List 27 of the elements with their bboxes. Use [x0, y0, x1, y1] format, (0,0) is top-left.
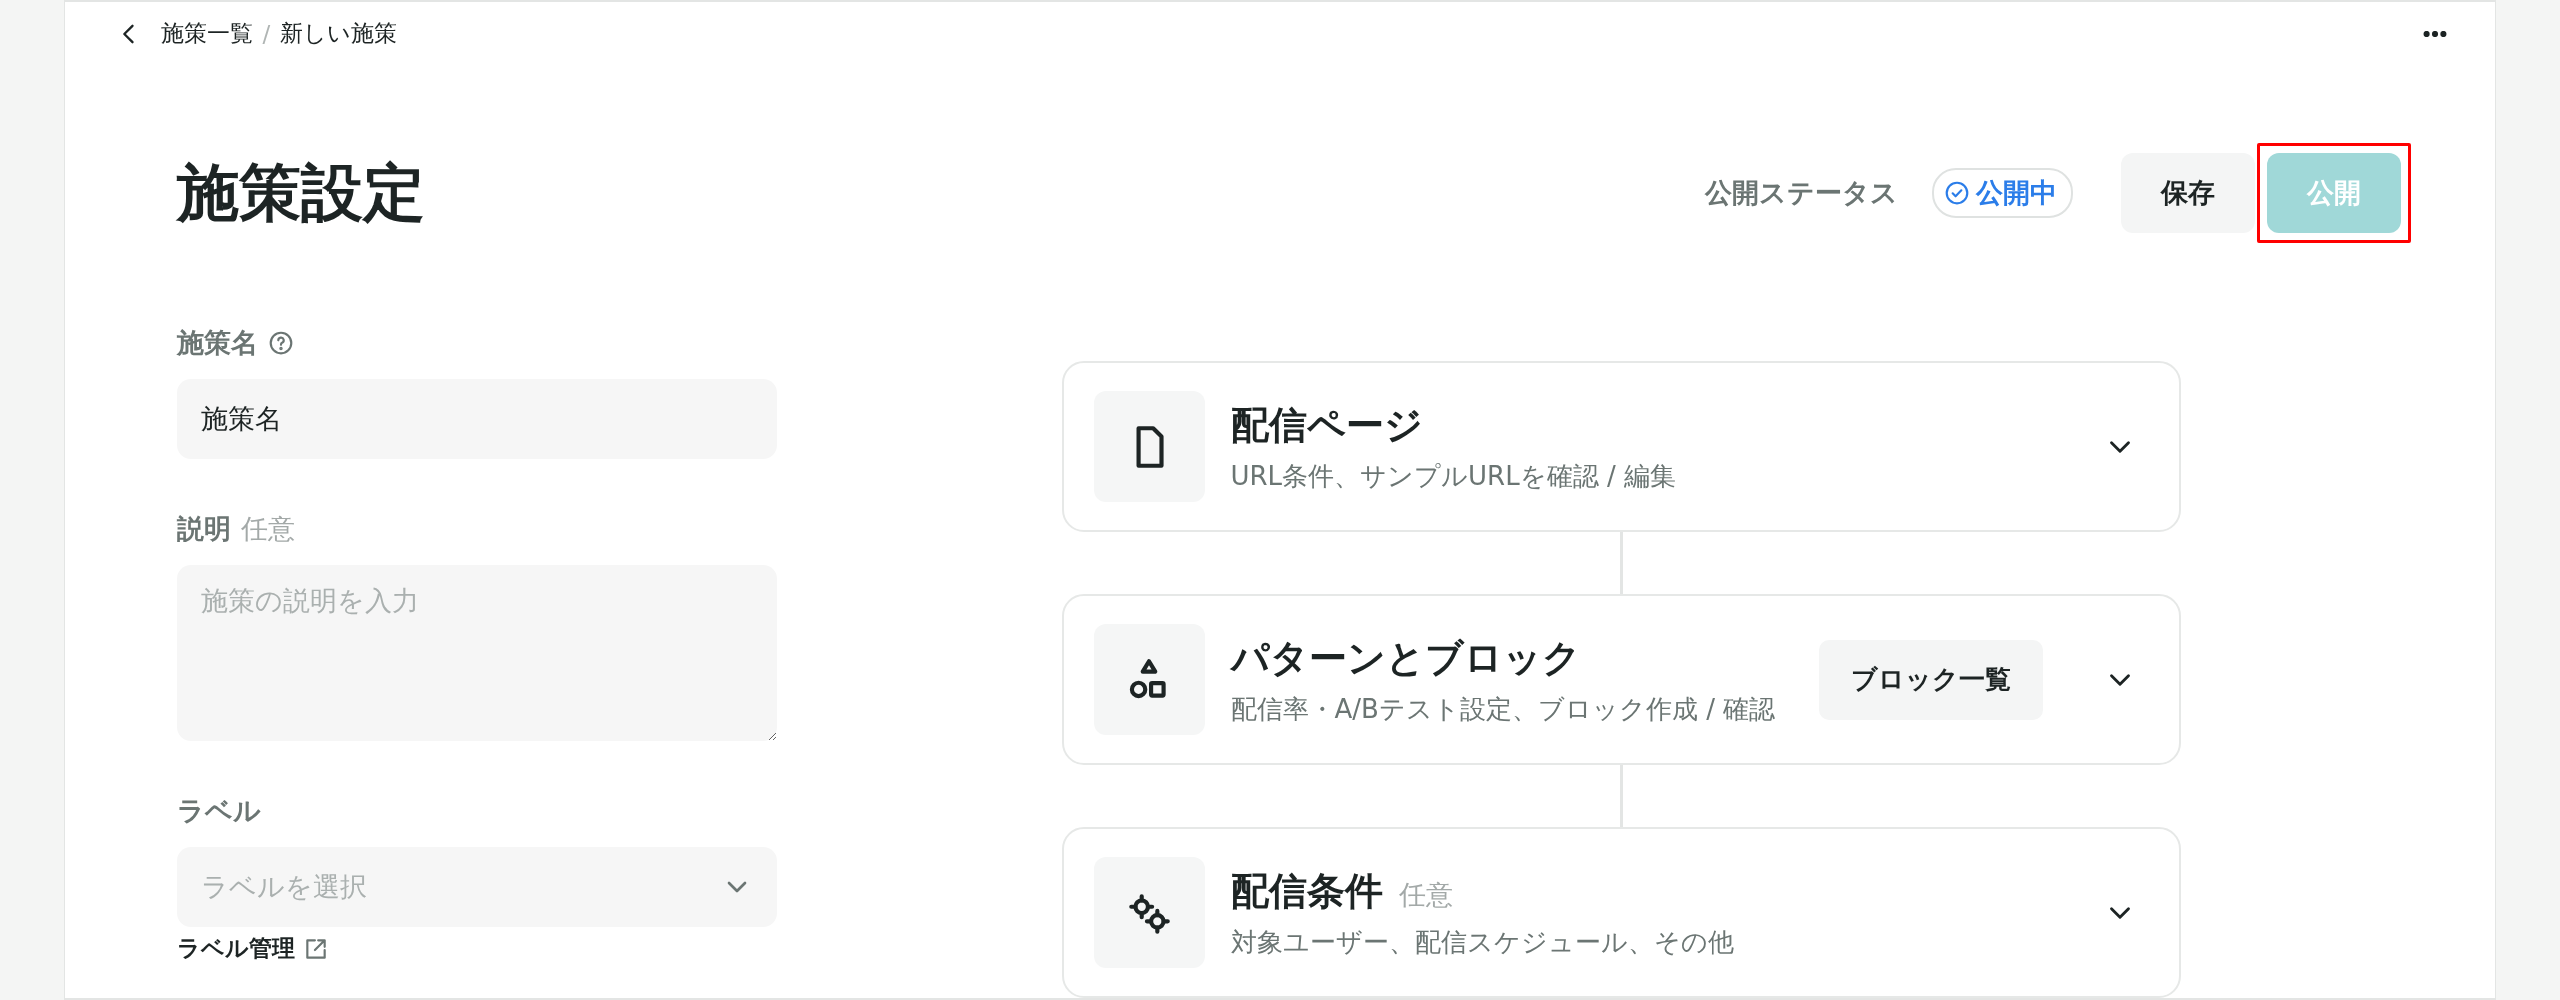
section-card[interactable]: パターンとブロック 配信率・A/Bテスト設定、ブロック作成 / 確認 ブロック一覧	[1061, 594, 2181, 765]
breadcrumb-link[interactable]: 新しい施策	[280, 18, 398, 49]
label-manage-link[interactable]: ラベル管理	[176, 933, 295, 964]
field-label: 施策名	[176, 326, 258, 360]
section-card[interactable]: 配信ページ URL条件、サンプルURLを確認 / 編集	[1061, 361, 2181, 532]
optional-tag: 任意	[240, 511, 295, 547]
section-card[interactable]: 配信条件 任意 対象ユーザー、配信スケジュール、その他	[1061, 827, 2181, 998]
status-label: 公開ステータス	[1704, 176, 1898, 210]
section-title: 配信ページ	[1230, 401, 1423, 449]
section-title: パターンとブロック	[1230, 634, 1581, 682]
more-icon	[2422, 30, 2447, 37]
breadcrumb-separator: /	[262, 20, 271, 47]
text-input[interactable]: 施策名	[176, 379, 777, 459]
description-field[interactable]: 施策の説明を入力	[176, 565, 777, 741]
section-title: 配信条件	[1230, 867, 1383, 915]
section-description: 配信率・A/Bテスト設定、ブロック作成 / 確認	[1230, 692, 1777, 726]
status-text: 公開中	[1975, 176, 2057, 210]
check-circle-icon	[1943, 180, 1970, 206]
breadcrumb-link[interactable]: 施策一覧	[160, 18, 253, 49]
field-label: ラベル	[176, 794, 261, 828]
save-button[interactable]: 保存	[2120, 153, 2255, 233]
block-list-button[interactable]: ブロック一覧	[1818, 639, 2043, 720]
section-description: 対象ユーザー、配信スケジュール、その他	[1230, 925, 1735, 959]
optional-tag: 任意	[1398, 876, 1453, 913]
page-title: 施策設定	[176, 155, 425, 231]
section-description: URL条件、サンプルURLを確認 / 編集	[1230, 459, 1677, 493]
field-label: 説明	[176, 512, 231, 546]
